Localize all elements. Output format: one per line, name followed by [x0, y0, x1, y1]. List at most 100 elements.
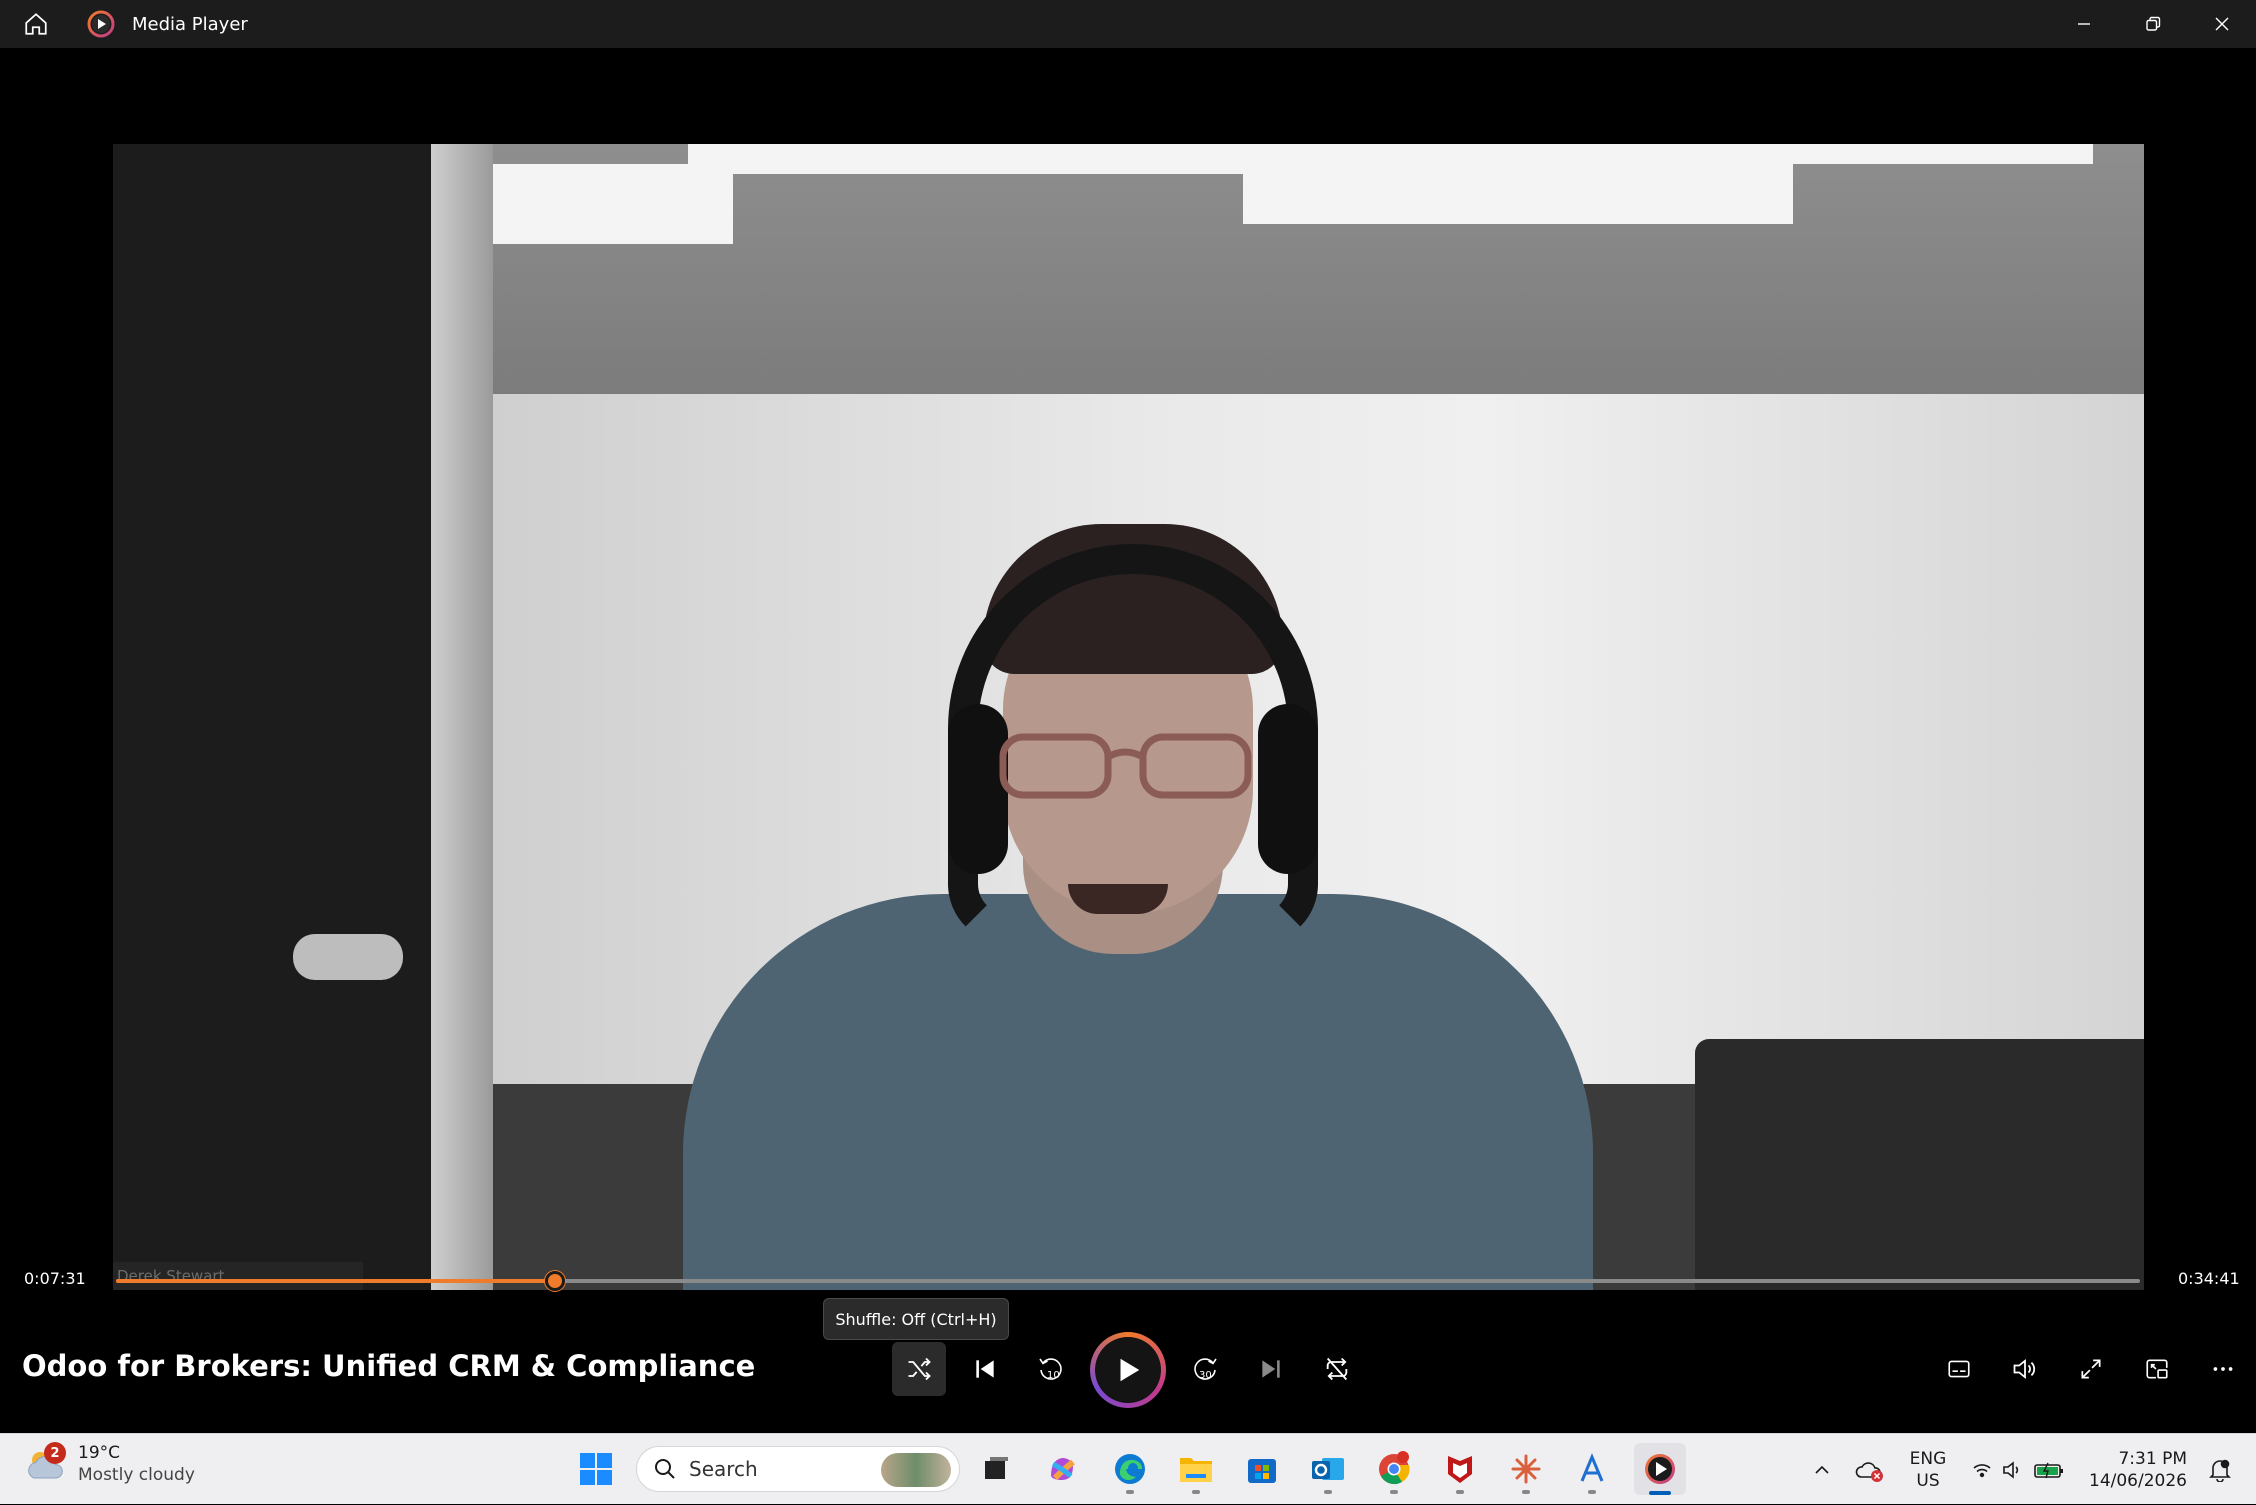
captions-icon	[1948, 1360, 1970, 1378]
store-icon	[1248, 1459, 1276, 1483]
chrome-button[interactable]	[1368, 1443, 1420, 1495]
media-title: Odoo for Brokers: Unified CRM & Complian…	[22, 1349, 756, 1383]
video-frame[interactable]: Derek Stewart	[113, 144, 2144, 1290]
home-button[interactable]	[0, 0, 72, 48]
copilot-button[interactable]	[1036, 1443, 1088, 1495]
player-stage[interactable]: Derek Stewart	[0, 48, 2256, 1433]
seek-bar[interactable]	[116, 1271, 2140, 1291]
mini-player-icon	[2146, 1359, 2168, 1379]
weather-widget[interactable]: 2 19°C Mostly cloudy	[24, 1442, 195, 1486]
repeat-button[interactable]	[1310, 1342, 1364, 1396]
mcafee-button[interactable]	[1434, 1443, 1486, 1495]
chevron-up-icon	[1815, 1465, 1829, 1474]
language-code: ENG	[1909, 1448, 1947, 1469]
wifi-icon	[1973, 1463, 1991, 1477]
taskbar-search[interactable]	[636, 1446, 960, 1492]
start-button[interactable]	[570, 1443, 622, 1495]
file-explorer-icon	[1180, 1458, 1212, 1482]
outlook-button[interactable]	[1302, 1443, 1354, 1495]
onedrive-tray-button[interactable]	[1848, 1434, 1892, 1505]
clock[interactable]: 7:31 PM 14/06/2026	[2080, 1434, 2196, 1505]
cloud-error-icon	[1855, 1461, 1883, 1482]
rewind-button[interactable]: 10	[1024, 1342, 1078, 1396]
media-player-taskbar-button[interactable]	[1634, 1443, 1686, 1495]
video-door	[113, 144, 431, 1290]
video-door-handle	[293, 934, 403, 980]
chrome-icon	[1379, 1451, 1410, 1485]
window-title: Media Player	[132, 13, 248, 35]
fullscreen-button[interactable]	[2064, 1342, 2118, 1396]
next-button[interactable]	[1244, 1342, 1298, 1396]
more-options-button[interactable]	[2196, 1342, 2250, 1396]
clock-time: 7:31 PM	[2118, 1448, 2187, 1469]
mini-player-button[interactable]	[2130, 1342, 2184, 1396]
home-icon	[25, 13, 47, 35]
play-button[interactable]	[1090, 1332, 1166, 1408]
start-icon	[580, 1453, 612, 1485]
total-time: 0:34:41	[2178, 1269, 2240, 1288]
battery-charging-icon	[2034, 1462, 2063, 1478]
fullscreen-icon	[2081, 1359, 2101, 1379]
task-view-button[interactable]	[970, 1443, 1022, 1495]
media-player-icon	[86, 9, 116, 39]
language-indicator[interactable]: ENG US	[1898, 1434, 1958, 1505]
outlook-icon	[1312, 1458, 1344, 1480]
show-hidden-icons-button[interactable]	[1802, 1434, 1842, 1505]
clock-date: 14/06/2026	[2089, 1470, 2187, 1491]
forward-label: 30	[1199, 1370, 1212, 1381]
claude-button[interactable]	[1500, 1443, 1552, 1495]
app-a-button[interactable]	[1566, 1443, 1618, 1495]
search-input[interactable]	[689, 1457, 869, 1481]
minimize-icon	[2077, 23, 2090, 25]
store-button[interactable]	[1236, 1443, 1288, 1495]
quick-settings-button[interactable]	[1966, 1434, 2070, 1505]
close-icon	[2215, 17, 2228, 31]
region-code: US	[1916, 1470, 1940, 1491]
captions-button[interactable]	[1932, 1342, 1986, 1396]
repeat-off-icon	[1326, 1357, 1348, 1381]
notification-badge: 2	[44, 1442, 66, 1464]
weather-condition: Mostly cloudy	[78, 1465, 195, 1485]
media-player-icon	[1645, 1454, 1675, 1484]
edge-button[interactable]	[1104, 1443, 1156, 1495]
more-icon	[2213, 1367, 2233, 1371]
task-view-icon	[985, 1457, 1008, 1479]
seek-thumb[interactable]	[544, 1271, 565, 1291]
notification-bell-icon	[2209, 1459, 2231, 1482]
notifications-button[interactable]	[2200, 1434, 2240, 1505]
seek-bar-progress	[116, 1279, 555, 1283]
participant-name-label: Derek Stewart	[113, 1262, 363, 1290]
copilot-icon	[1051, 1458, 1075, 1481]
shuffle-icon	[908, 1357, 931, 1381]
play-icon	[1120, 1358, 1140, 1382]
volume-icon	[2013, 1359, 2036, 1379]
mcafee-icon	[1448, 1456, 1472, 1483]
title-bar: Media Player	[0, 0, 2256, 48]
search-highlight-image	[881, 1453, 951, 1487]
video-chair	[1695, 1039, 2144, 1290]
rewind-10-icon: 10	[1039, 1358, 1062, 1381]
previous-button[interactable]	[958, 1342, 1012, 1396]
shuffle-button[interactable]	[892, 1342, 946, 1396]
current-time: 0:07:31	[24, 1269, 86, 1288]
file-explorer-button[interactable]	[1170, 1443, 1222, 1495]
weather-temperature: 19°C	[78, 1443, 121, 1463]
forward-30-icon: 30	[1194, 1358, 1217, 1381]
forward-button[interactable]: 30	[1178, 1342, 1232, 1396]
volume-button[interactable]	[1998, 1342, 2052, 1396]
edge-icon	[1115, 1454, 1145, 1484]
speaker-icon	[2003, 1460, 2019, 1479]
close-button[interactable]	[2187, 0, 2256, 48]
rewind-label: 10	[1047, 1370, 1060, 1381]
claude-icon	[1511, 1454, 1541, 1484]
restore-button[interactable]	[2118, 0, 2187, 48]
search-icon	[655, 1459, 675, 1479]
app-a-icon	[1580, 1453, 1604, 1482]
skip-previous-icon	[976, 1360, 994, 1378]
shuffle-tooltip: Shuffle: Off (Ctrl+H)	[823, 1298, 1009, 1340]
video-glasses	[999, 733, 1252, 799]
minimize-button[interactable]	[2049, 0, 2118, 48]
skip-next-icon	[1262, 1360, 1280, 1378]
restore-icon	[2145, 16, 2160, 31]
taskbar: 2 19°C Mostly cloudy Search ENG US 7:31 …	[0, 1433, 2256, 1504]
